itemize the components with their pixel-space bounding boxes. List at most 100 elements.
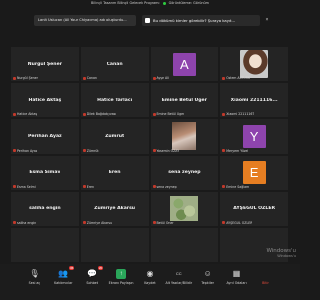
toolbar-record-button[interactable]: ◉ Kaydet [136,269,164,285]
participant-tile[interactable]: Esma Simav Esma Selmi [11,155,79,190]
participant-label-text: Betül Öner [156,220,174,225]
muted-mic-icon [82,185,86,189]
toolbar-microphone-button[interactable]: 🎙 Sesi aç [20,269,48,285]
count-badge: 20 [97,266,104,270]
participant-tile[interactable]: Eren Eren [80,155,149,190]
toolbar-breakout-button[interactable]: ▦ Ayrıl Odaları [223,269,251,285]
participant-label: Meryem Yüzel [222,149,248,153]
participant-tile[interactable]: Zümriye Akarsu Zümriye Akarsu [80,191,149,226]
participant-tile[interactable]: Xiaomi 2211116... Xiaomi 2211116T [220,83,288,118]
banner-right-text[interactable]: Görüntüleme: Görünüm [169,1,209,5]
toolbar-leave-button[interactable]: Bitir [251,269,279,285]
participant-label: Nurgül Şener [13,76,38,80]
participant-tile[interactable] [80,227,149,262]
participant-tile[interactable]: Perihan Ayaz Perihan Ayaz [11,119,79,154]
chat-message-popup[interactable]: Lanit Uslucan (All Your Chiyacma) adı ol… [34,15,136,26]
muted-mic-icon [222,185,226,189]
participant-label: Yasemin ÖZAY [152,149,179,153]
participant-label-text: Nurgül Şener [17,76,38,81]
toolbar-label: Katılımcılar [54,281,73,285]
participant-label: Emine Sağlam [222,185,249,189]
muted-mic-icon [82,149,86,152]
participant-name: AYŞEGÜL ÖZLER [233,206,275,212]
muted-mic-icon [222,76,226,80]
participant-label-text: Özlem AKTÜRK [226,76,251,81]
participant-tile[interactable]: Hatice Tarlacı Dilek Bağdatçıvası [80,83,149,118]
toolbar-captions-button[interactable]: CC Alt Yazılar/Bilidir [165,269,193,285]
participant-tile[interactable]: Yasemin ÖZAY [150,119,219,154]
participant-tile[interactable]: Zümrüt Zümrüt [80,119,149,154]
close-icon[interactable]: × [263,15,271,26]
status-dot-icon [162,1,166,5]
participant-label-text: Meryem Yüzel [226,148,249,153]
participant-label-text: Esma Selmi [17,184,36,189]
toolbar-reactions-button[interactable]: ☺ Tepkiler [194,269,222,285]
video-grid: Nurgül Şener Nurgül Şener Canan Canan A Ayşe … [11,47,288,262]
participant-tile[interactable] [11,227,79,262]
banner-left-text: Bilinçli Tasarım Bilinçli Gelecek Progra… [91,1,160,5]
muted-mic-icon [222,221,226,225]
notification-toast[interactable]: Bu dökümü kimler görebilir? Şuraya kayıt… [142,15,260,26]
toolbar-label: Kaydet [144,281,156,285]
participant-tile[interactable]: sena zeynep sena zeynep [150,155,219,190]
participant-label: Esma Selmi [13,185,36,189]
participant-tile[interactable]: Canan Canan [80,47,149,82]
participant-label-text: Zümrüt [86,148,99,153]
participant-label: Emine Betül Üger [152,112,184,116]
toolbar-participants-button[interactable]: 👥 36 Katılımcılar [49,266,77,285]
avatar: E [242,161,266,185]
muted-mic-icon [152,76,156,80]
participant-tile[interactable]: A Ayşe Ali [150,47,219,82]
profile-photo [240,50,269,79]
participant-tile[interactable] [150,227,219,262]
participant-label-text: Hatice Aktaş [17,112,38,117]
participant-label: AYŞEGÜL ÖZLER [222,221,252,225]
muted-mic-icon [152,149,156,152]
toolbar-chat-button[interactable]: 💬 20 Sohbet [78,266,106,285]
avatar: A [172,52,196,76]
participant-tile[interactable]: Betül Öner [150,191,219,226]
toolbar-label: Ayrıl Odaları [226,281,247,285]
participant-tile[interactable]: Özlem AKTÜRK [220,47,288,82]
toolbar-share-screen-button[interactable]: ↑ Ekranı Paylaşın [107,269,135,285]
muted-mic-icon [152,185,156,189]
muted-mic-icon [82,221,86,225]
participant-label: Dilek Bağdatçıvası [82,112,116,116]
participant-tile[interactable]: AYŞEGÜL ÖZLER AYŞEGÜL ÖZLER [220,191,288,226]
participant-name: Zümriye Akarsu [94,206,136,212]
participant-label-text: Ayşe Ali [156,76,169,81]
participant-name: Nurgül Şener [27,61,62,67]
meeting-toolbar: 🎙 Sesi aç 👥 36 Katılımcılar 💬 20 Sohbet ↑ Ekranı … [0,264,300,300]
toolbar-label: Ekranı Paylaşın [108,281,134,285]
avatar: Y [242,124,266,148]
meeting-banner: Bilinçli Tasarım Bilinçli Gelecek Progra… [60,0,240,7]
muted-mic-icon [13,112,16,116]
participant-label: Özlem AKTÜRK [222,76,250,80]
record-icon: ◉ [146,269,154,278]
participant-label-text: Eren [86,184,94,189]
participant-tile[interactable]: saliha engin saliha engin [11,191,79,226]
watermark-line2: Windows'u [277,254,296,258]
toolbar-label: Alt Yazılar/Bilidir [165,281,193,285]
participant-tile[interactable]: Nurgül Şener Nurgül Şener [11,47,79,82]
chat-bubble-icon [145,18,150,23]
participant-tile[interactable]: E Emine Sağlam [220,155,288,190]
toolbar-label: Bitir [262,281,269,285]
reactions-icon: ☺ [203,269,212,278]
count-badge: 36 [68,266,75,270]
participant-label: Ayşe Ali [152,76,169,81]
participant-name: sena zeynep [168,170,201,176]
participant-label: Xiaomi 2211116T [222,112,254,116]
muted-mic-icon [82,76,86,80]
profile-photo [170,196,199,222]
participant-name: Zümrüt [105,133,125,139]
participant-label: Zümriye Akarsu [82,221,112,225]
leave-icon [260,269,270,279]
participant-tile[interactable]: Y Meryem Yüzel [220,119,288,154]
breakout-icon: ▦ [232,269,241,278]
participant-tile[interactable]: Emine Betül Üger Emine Betül Üger [150,83,219,118]
participant-label-text: Xiaomi 2211116T [226,112,255,117]
muted-mic-icon [13,221,16,225]
chat-icon: 💬 20 [87,266,104,278]
participant-tile[interactable]: Hatice Aktaş Hatice Aktaş [11,83,79,118]
